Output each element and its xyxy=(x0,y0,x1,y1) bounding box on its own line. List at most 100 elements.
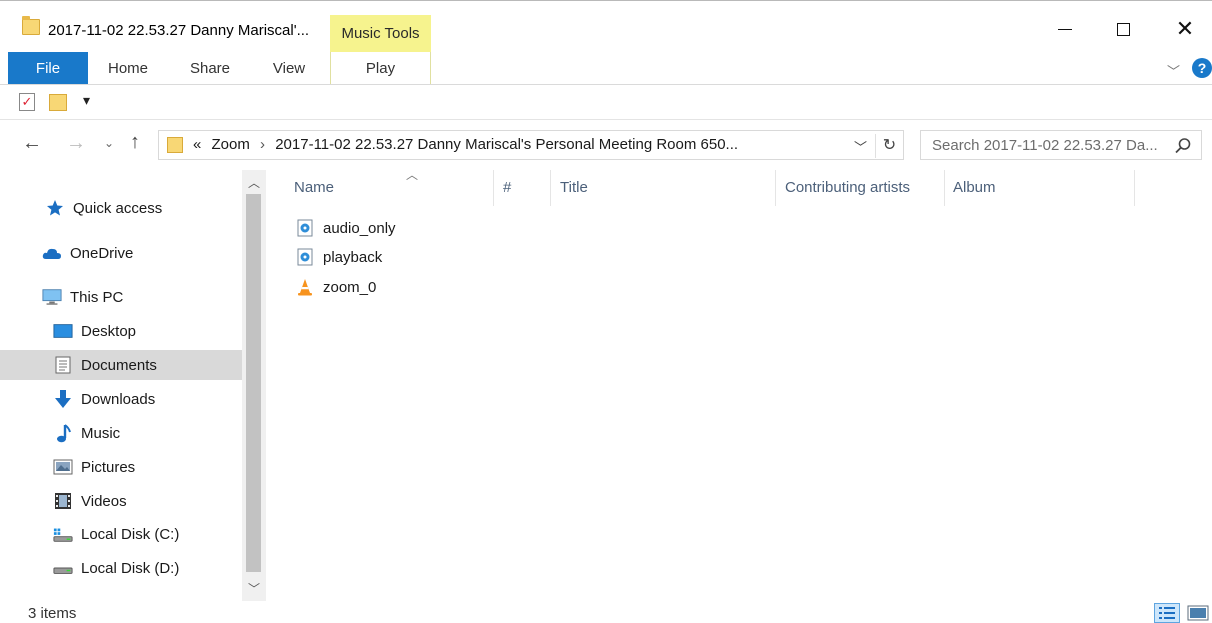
music-tools-group-label: Music Tools xyxy=(330,15,431,53)
column-header-label: Name xyxy=(294,179,335,196)
navigation-row: ← → ⌄ ↑ « Zoom › 2017-11-02 22.53.27 Dan… xyxy=(0,120,1212,170)
file-row-playback[interactable]: playback xyxy=(296,243,596,271)
film-icon xyxy=(53,492,73,510)
minimize-button[interactable] xyxy=(1042,11,1088,47)
sort-ascending-icon: ︿ xyxy=(406,168,419,182)
back-arrow-icon[interactable]: ← xyxy=(22,132,42,155)
sidebar-item-downloads[interactable]: Downloads xyxy=(0,384,242,414)
item-count: 3 items xyxy=(28,605,77,622)
column-header-label: Contributing artists xyxy=(785,179,911,196)
vlc-cone-icon xyxy=(296,278,314,296)
sidebar-item-this-pc[interactable]: This PC xyxy=(0,282,242,312)
help-icon[interactable]: ? xyxy=(1192,58,1212,78)
column-header-label: Title xyxy=(560,179,588,196)
windows-drive-icon xyxy=(53,525,73,543)
sidebar-item-pictures[interactable]: Pictures xyxy=(0,452,242,482)
column-header-contributing-artists[interactable]: Contributing artists xyxy=(777,170,945,206)
breadcrumb-zoom[interactable]: Zoom xyxy=(212,136,250,153)
documents-icon xyxy=(53,356,73,374)
tab-file[interactable]: File xyxy=(8,52,88,84)
file-row-audio-only[interactable]: audio_only xyxy=(296,214,596,242)
ribbon-tabs: File Home Share View Play ﹀ ? xyxy=(0,52,1212,85)
column-header-album[interactable]: Album xyxy=(945,170,1135,206)
computer-icon xyxy=(42,288,62,306)
folder-icon xyxy=(22,16,40,35)
navigation-pane: Quick access OneDrive This PC Desktop Do… xyxy=(0,170,266,601)
drive-icon xyxy=(53,559,73,577)
search-box[interactable] xyxy=(920,130,1202,160)
column-header-title[interactable]: Title xyxy=(552,170,776,206)
breadcrumb-meeting-folder[interactable]: 2017-11-02 22.53.27 Danny Mariscal's Per… xyxy=(275,136,738,153)
music-note-icon xyxy=(53,424,73,443)
sidebar-item-label: OneDrive xyxy=(70,244,134,262)
column-header-name[interactable]: ︿ Name xyxy=(286,168,494,206)
title-bar: 2017-11-02 22.53.27 Danny Mariscal'... M… xyxy=(0,0,1212,53)
sidebar-item-music[interactable]: Music xyxy=(0,418,242,448)
sidebar-item-label: Downloads xyxy=(81,390,156,408)
file-name: playback xyxy=(323,248,383,266)
file-name: zoom_0 xyxy=(323,278,377,296)
details-view-icon[interactable] xyxy=(1154,603,1180,623)
desktop-icon xyxy=(53,322,73,340)
sidebar-item-local-disk-c[interactable]: Local Disk (C:) xyxy=(0,519,242,549)
customize-toolbar-dropdown-icon[interactable]: ▾ xyxy=(83,92,90,109)
tab-play[interactable]: Play xyxy=(330,52,431,84)
properties-check-icon[interactable]: ✓ xyxy=(19,93,35,111)
sidebar-item-quick-access[interactable]: Quick access xyxy=(0,193,242,223)
tab-home[interactable]: Home xyxy=(90,52,166,84)
sidebar-item-documents[interactable]: Documents xyxy=(0,350,242,380)
close-button[interactable]: ✕ xyxy=(1162,11,1208,47)
search-icon[interactable] xyxy=(1173,136,1193,156)
audio-file-icon xyxy=(296,219,314,237)
forward-arrow-icon[interactable]: → xyxy=(66,132,86,155)
maximize-button[interactable] xyxy=(1100,11,1146,47)
sidebar-item-desktop[interactable]: Desktop xyxy=(0,316,242,346)
refresh-icon[interactable]: ↻ xyxy=(875,134,903,158)
sidebar-item-label: Music xyxy=(81,424,121,442)
breadcrumb-overflow[interactable]: « xyxy=(193,136,201,153)
sidebar-item-label: Videos xyxy=(81,492,127,510)
sidebar-item-onedrive[interactable]: OneDrive xyxy=(0,238,242,268)
audio-file-icon xyxy=(296,248,314,266)
expand-ribbon-chevron-icon[interactable]: ﹀ xyxy=(1167,61,1180,80)
scroll-up-chevron-icon[interactable]: ︿ xyxy=(248,174,260,191)
cloud-icon xyxy=(42,244,62,262)
new-folder-icon[interactable] xyxy=(49,94,67,111)
pictures-icon xyxy=(53,458,73,476)
address-bar[interactable]: « Zoom › 2017-11-02 22.53.27 Danny Maris… xyxy=(158,130,904,160)
file-name: audio_only xyxy=(323,219,396,237)
sidebar-item-label: This PC xyxy=(70,288,124,306)
sidebar-item-label: Quick access xyxy=(73,199,163,217)
sidebar-item-label: Local Disk (C:) xyxy=(81,525,180,543)
scrollbar-thumb[interactable] xyxy=(246,194,261,572)
sidebar-item-label: Documents xyxy=(81,356,157,374)
sidebar-item-videos[interactable]: Videos xyxy=(0,486,242,516)
large-icons-view-icon[interactable] xyxy=(1187,604,1209,622)
tab-view[interactable]: View xyxy=(252,52,326,84)
recent-locations-chevron-icon[interactable]: ⌄ xyxy=(104,136,114,150)
file-row-zoom-0[interactable]: zoom_0 xyxy=(296,273,596,301)
tab-share[interactable]: Share xyxy=(172,52,248,84)
status-bar: 3 items xyxy=(0,601,1212,623)
breadcrumb-separator[interactable]: › xyxy=(260,136,265,153)
up-arrow-icon[interactable]: ↑ xyxy=(130,131,140,154)
download-arrow-icon xyxy=(53,390,73,408)
sidebar-item-label: Desktop xyxy=(81,322,137,340)
sidebar-item-label: Pictures xyxy=(81,458,136,476)
search-input[interactable] xyxy=(921,131,1169,159)
nav-pane-scrollbar[interactable]: ︿ ﹀ xyxy=(242,170,266,601)
address-history-chevron-icon[interactable]: ﹀ xyxy=(854,137,867,156)
close-icon: ✕ xyxy=(1175,16,1195,41)
file-list: ︿ Name # Title Contributing artists Albu… xyxy=(266,168,1212,601)
quick-access-toolbar: ✓ ▾ xyxy=(0,86,1212,120)
star-icon xyxy=(45,199,65,217)
column-header-number[interactable]: # xyxy=(495,170,551,206)
minimize-icon xyxy=(1058,28,1072,30)
folder-icon xyxy=(167,137,183,153)
column-header-label: # xyxy=(503,179,512,196)
sidebar-item-label: Local Disk (D:) xyxy=(81,559,180,577)
column-header-label: Album xyxy=(953,179,996,196)
window-title: 2017-11-02 22.53.27 Danny Mariscal'... xyxy=(48,22,310,39)
scroll-down-chevron-icon[interactable]: ﹀ xyxy=(248,580,260,597)
sidebar-item-local-disk-d[interactable]: Local Disk (D:) xyxy=(0,553,242,583)
